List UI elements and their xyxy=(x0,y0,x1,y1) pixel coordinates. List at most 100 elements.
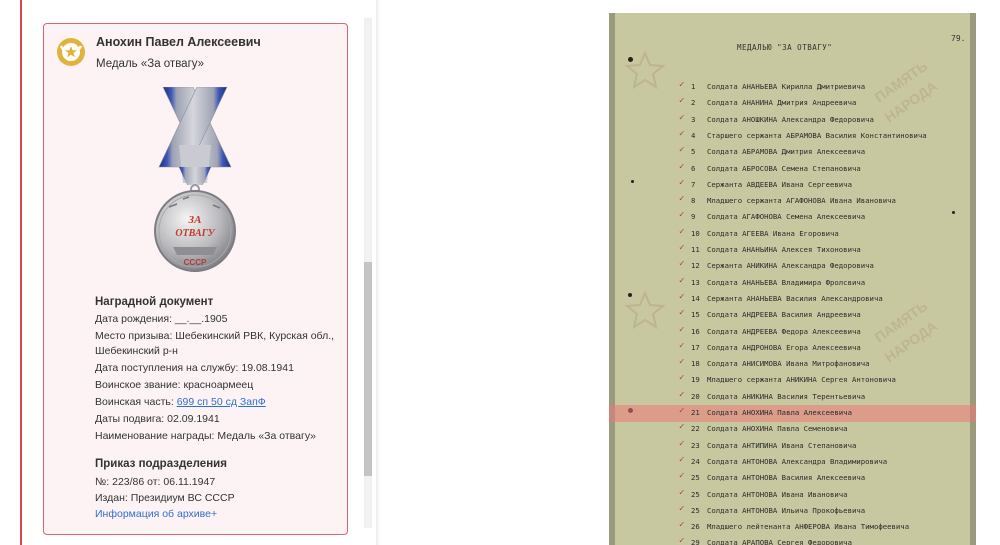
service-start-row: Дата поступления на службу: 19.08.1941 xyxy=(95,362,294,374)
scan-line: ✓ 8 Младшего сержанта АГАФОНОВА Ивана Иван… xyxy=(609,193,976,210)
check-mark-icon: ✓ xyxy=(679,226,685,237)
scan-line-highlighted: ✓ 21 Солдата АНОХИНА Павла Алексеевича xyxy=(609,405,976,422)
scan-line-text: Солдата АНДРЕЕВА Василия Андреевича xyxy=(707,310,861,320)
order-title: Приказ подразделения xyxy=(95,458,227,470)
scan-line-number: 25 xyxy=(691,489,700,499)
check-mark-icon: ✓ xyxy=(679,373,685,384)
scan-line-number: 26 xyxy=(691,522,700,532)
scan-line-number: 16 xyxy=(691,326,700,336)
scan-line-number: 19 xyxy=(691,375,700,385)
award-title-row: Наименование награды: Медаль «За отвагу» xyxy=(95,430,317,442)
check-mark-icon: ✓ xyxy=(679,471,685,482)
scan-line: ✓ 10 Солдата АГЕЕВА Ивана Егоровича xyxy=(609,226,976,243)
scan-line-text: Сержанта АНИКИНА Александра Федоровича xyxy=(707,261,874,271)
award-star-icon xyxy=(57,38,85,66)
scan-line-number: 14 xyxy=(691,293,700,303)
scan-line: ✓ 25 Солдата АНТОНОВА Ильича Прокофьевича xyxy=(609,503,976,520)
scan-line-text: Солдата АГЕЕВА Ивана Егоровича xyxy=(707,228,839,238)
scan-line-number: 22 xyxy=(691,424,700,434)
person-name: Анохин Павел Алексеевич xyxy=(96,35,261,49)
scan-line-text: Солдата АНИКИНА Василия Терентьевича xyxy=(707,391,866,401)
scan-line-number: 9 xyxy=(691,212,696,222)
medal-image: ЗА ОТВАГУ СССР xyxy=(154,87,236,272)
scan-line-text: Солдата АНТОНОВА Ивана Ивановича xyxy=(707,489,848,499)
hole-punch xyxy=(628,57,633,62)
birth-date-row: Дата рождения: __.__.1905 xyxy=(95,313,228,325)
scan-line: ✓ 20 Солдата АНИКИНА Василия Терентьевича xyxy=(609,389,976,406)
scan-line-text: Младшего сержанта АГАФОНОВА Ивана Иванов… xyxy=(707,196,896,206)
check-mark-icon: ✓ xyxy=(679,536,685,545)
check-mark-icon: ✓ xyxy=(679,406,685,416)
conscription-place-row: Место призыва: Шебекинский РВК, Курская … xyxy=(95,330,335,357)
scan-line: ✓ 17 Солдата АНДРОНОВА Егора Алексеевича xyxy=(609,340,976,357)
scan-line-text: Солдата АНДРЕЕВА Федора Алексеевича xyxy=(707,326,861,336)
scan-line: ✓ 6 Солдата АБРОСОВА Семена Степановича xyxy=(609,161,976,178)
scan-line: ✓ 12 Сержанта АНИКИНА Александра Федорович… xyxy=(609,258,976,275)
scan-line-number: 1 xyxy=(691,82,696,91)
scan-line-number: 5 xyxy=(691,147,696,157)
scan-line-text: Солдата АНОШКИНА Александра Федоровича xyxy=(707,114,874,124)
check-mark-icon: ✓ xyxy=(679,161,685,172)
scan-line-text: Солдата АРАПОВА Сергея Федоровича xyxy=(707,538,852,545)
scan-line-text: Солдата АБРОСОВА Семена Степановича xyxy=(707,163,861,173)
scan-line: ✓ 22 Солдата АНОХИНА Павла Семеновича xyxy=(609,421,976,438)
check-mark-icon: ✓ xyxy=(679,454,685,465)
scrollbar-thumb[interactable] xyxy=(364,262,372,476)
scan-line: ✓ 13 Солдата АНАНЬЕВА Владимира Фролсвича xyxy=(609,275,976,292)
medal-inscription-top: ЗА xyxy=(188,214,202,226)
check-mark-icon: ✓ xyxy=(679,357,685,368)
scan-line-text: Солдата АБРАМОВА Дмитрия Алексеевича xyxy=(707,147,866,157)
scan-line-text: Солдата АГАФОНОВА Семена Алексеевича xyxy=(707,212,866,222)
scan-line-number: 17 xyxy=(691,342,700,352)
check-mark-icon: ✓ xyxy=(679,259,685,270)
scan-line-text: Солдата АНАНЬЕВА Кирилла Дмитриевича xyxy=(707,82,866,91)
scan-line: ✓ 19 Младшего сержанта АНИКИНА Сергея Анто… xyxy=(609,372,976,389)
award-panel: Анохин Павел Алексеевич Медаль «За отваг… xyxy=(0,0,376,545)
scan-line-number: 2 xyxy=(691,98,696,108)
scan-line-number: 8 xyxy=(691,196,696,206)
scan-line-number: 20 xyxy=(691,391,700,401)
scan-line-number: 21 xyxy=(691,408,700,417)
archive-info-link[interactable]: Информация об архиве+ xyxy=(95,508,217,520)
scan-line-text: Солдата АНОХИНА Павла Алексеевича xyxy=(707,408,852,417)
scan-page-number: 79. xyxy=(951,34,966,43)
scan-line: ✓ 25 Солдата АНТОНОВА Ивана Ивановича xyxy=(609,487,976,504)
scan-line: ✓ 23 Солдата АНТИПИНА Ивана Степановича xyxy=(609,438,976,455)
scan-line: ✓ 3 Солдата АНОШКИНА Александра Федоровича xyxy=(609,112,976,129)
scan-line-number: 12 xyxy=(691,261,700,271)
check-mark-icon: ✓ xyxy=(679,520,685,531)
scan-line-text: Старшего сержанта АБРАМОВА Василия Конст… xyxy=(707,130,927,140)
check-mark-icon: ✓ xyxy=(679,438,685,449)
scan-line: ✓ 4 Старшего сержанта АБРАМОВА Василия Кон… xyxy=(609,128,976,145)
scan-line: ✓ 26 Младшего лейтенанта АНФЕРОВА Ивана Ти… xyxy=(609,519,976,536)
check-mark-icon: ✓ xyxy=(679,96,685,107)
scan-line-number: 4 xyxy=(691,130,696,140)
document-title: Наградной документ xyxy=(95,296,214,308)
scan-line: ✓ 2 Солдата АНАНИНА Дмитрия Андреевича xyxy=(609,95,976,112)
scan-line: ✓ 29 Солдата АРАПОВА Сергея Федоровича xyxy=(609,535,976,545)
check-mark-icon: ✓ xyxy=(679,291,685,302)
award-card[interactable]: Анохин Павел Алексеевич Медаль «За отваг… xyxy=(43,23,348,535)
check-mark-icon: ✓ xyxy=(679,340,685,351)
document-scan[interactable]: ПАМЯТЬ НАРОДА ПАМЯТЬ НАРОДА 79. МЕДАЛЬЮ … xyxy=(609,13,976,545)
scan-line-number: 29 xyxy=(691,538,700,545)
scan-line: ✓ 7 Сержанта АВДЕЕВА Ивана Сергеевича xyxy=(609,177,976,194)
check-mark-icon: ✓ xyxy=(679,275,685,286)
check-mark-icon: ✓ xyxy=(679,308,685,319)
scan-line: ✓ 15 Солдата АНДРЕЕВА Василия Андреевича xyxy=(609,307,976,324)
unit-link[interactable]: 699 сп 50 сд ЗапФ xyxy=(177,396,266,408)
check-mark-icon: ✓ xyxy=(679,80,685,90)
scan-line-text: Солдата АНДРОНОВА Егора Алексеевича xyxy=(707,342,861,352)
rank-row: Воинское звание: красноармеец xyxy=(95,379,254,391)
scan-line-text: Сержанта АНАНЬЕВА Василия Александровича xyxy=(707,293,883,303)
scan-line-text: Солдата АНИСИМОВА Ивана Митрофановича xyxy=(707,359,870,369)
check-mark-icon: ✓ xyxy=(679,243,685,253)
scan-line-number: 13 xyxy=(691,277,700,287)
check-mark-icon: ✓ xyxy=(679,210,685,221)
scan-line: ✓ 18 Солдата АНИСИМОВА Ивана Митрофановича xyxy=(609,356,976,373)
medal-inscription-ussr: СССР xyxy=(184,258,207,267)
scan-line: ✓ 5 Солдата АБРАМОВА Дмитрия Алексеевича xyxy=(609,144,976,161)
scan-line-text: Младшего лейтенанта АНФЕРОВА Ивана Тимоф… xyxy=(707,522,910,532)
scan-line-number: 25 xyxy=(691,505,700,515)
order-number-row: №: 223/86 от: 06.11.1947 xyxy=(95,476,216,488)
